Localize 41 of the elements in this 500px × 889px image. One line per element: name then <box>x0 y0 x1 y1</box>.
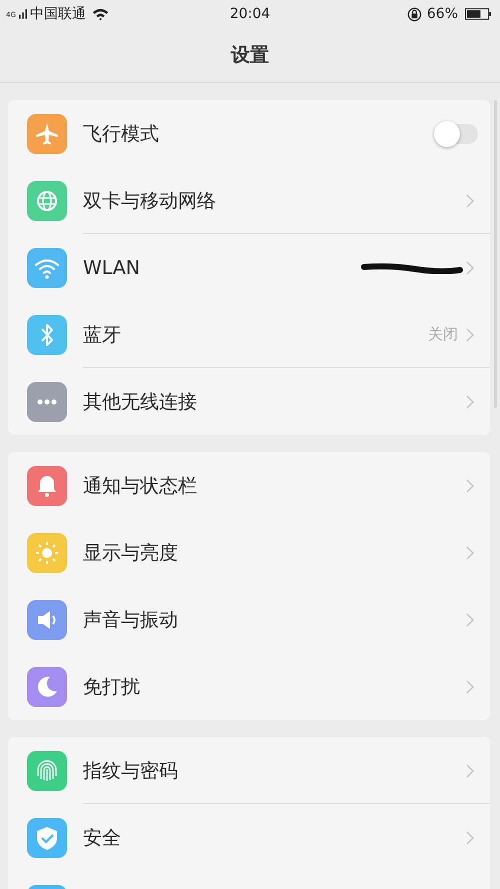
setting-label: 指纹与密码 <box>83 758 178 784</box>
settings-row[interactable]: 指纹与密码 <box>8 737 490 804</box>
chevron-icon <box>466 830 474 844</box>
settings-row[interactable]: 显示与亮度 <box>8 519 490 586</box>
settings-row[interactable]: 飞行模式 <box>8 100 490 167</box>
chevron-icon <box>466 328 474 342</box>
setting-label: 显示与亮度 <box>83 540 178 566</box>
chevron-icon <box>466 194 474 208</box>
chevron-icon <box>466 612 474 626</box>
setting-label: 免打扰 <box>83 674 140 700</box>
battery-percent: 66% <box>426 6 458 22</box>
settings-row[interactable]: 免打扰 <box>8 653 490 720</box>
settings-row[interactable]: 安全 <box>8 804 490 871</box>
setting-label: 双卡与移动网络 <box>83 188 216 214</box>
chevron-icon <box>466 478 474 492</box>
carrier-name: 中国联通 <box>30 5 86 23</box>
chevron-icon <box>466 260 474 274</box>
setting-label: WLAN <box>83 256 140 278</box>
chevron-icon <box>466 764 474 778</box>
chevron-icon <box>466 680 474 694</box>
settings-row[interactable]: 蓝牙 关闭 <box>8 301 490 368</box>
setting-label: 飞行模式 <box>83 122 159 146</box>
battery-icon <box>465 8 492 20</box>
settings-row[interactable]: 双卡与移动网络 <box>8 167 490 234</box>
settings-row[interactable]: WLAN <box>8 234 490 301</box>
settings-row[interactable]: 声音与振动 <box>8 586 490 653</box>
settings-row[interactable]: 其他无线连接 <box>8 368 490 435</box>
wifi-icon <box>92 7 109 21</box>
chevron-icon <box>466 546 474 560</box>
setting-value: 关闭 <box>428 325 458 344</box>
setting-label: 其他无线连接 <box>83 390 197 414</box>
setting-label: 通知与状态栏 <box>83 474 197 498</box>
setting-label: 安全 <box>83 826 121 850</box>
signal-icon <box>18 8 27 20</box>
clock: 20:04 <box>230 6 270 22</box>
setting-label: 声音与振动 <box>83 608 178 632</box>
chevron-icon <box>466 394 474 408</box>
setting-label: 蓝牙 <box>83 322 121 348</box>
rotation-lock-icon <box>406 6 422 22</box>
page-title: 设置 <box>231 43 269 68</box>
settings-row[interactable]: 通知与状态栏 <box>8 452 490 519</box>
